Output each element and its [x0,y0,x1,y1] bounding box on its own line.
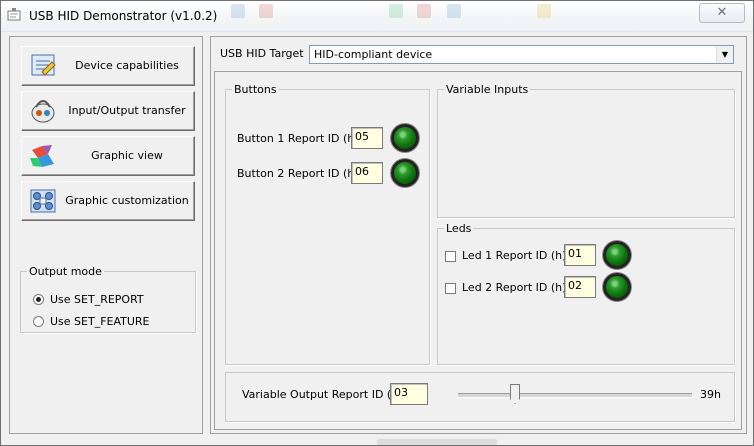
device-capabilities-button[interactable]: Device capabilities [21,46,195,86]
left-panel: Device capabilities Input/Output transfe… [9,36,203,434]
led2-label: Led 2 Report ID (h) [462,281,567,294]
nav-label: Device capabilities [75,59,179,72]
target-select-value: HID-compliant device [314,48,433,61]
variable-output-label: Variable Output Report ID (h) [242,388,403,401]
button2-label: Button 2 Report ID (h) [237,167,359,180]
led1-label: Led 1 Report ID (h) [462,249,567,262]
title-bar[interactable]: USB HID Demonstrator (v1.0.2) ✕ [1,1,753,32]
led1-report-id-field[interactable]: 01 [564,244,596,266]
led1-checkbox[interactable] [445,251,456,262]
variable-output-slider-track[interactable] [458,393,692,398]
graphic-view-button[interactable]: Graphic view [21,136,195,176]
nav-label: Graphic view [91,149,163,162]
button1-label: Button 1 Report ID (h) [237,132,359,145]
variable-output-report-id-field[interactable]: 03 [390,383,428,405]
button1-led-icon [391,124,419,152]
variable-output-slider-thumb[interactable] [510,384,520,404]
group-legend: Leds [446,222,472,235]
radio-unselected-icon [33,316,44,327]
led2-report-id-field[interactable]: 02 [564,276,596,298]
group-legend: Buttons [234,83,277,96]
close-button[interactable]: ✕ [699,3,745,23]
led1-led-icon [603,241,631,269]
set-feature-radio[interactable]: Use SET_FEATURE [33,314,150,330]
button2-led-icon [391,159,419,187]
graphic-customization-button[interactable]: Graphic customization [21,181,195,221]
radio-selected-icon [33,294,44,305]
graphic-customization-icon [30,189,56,213]
leds-group: Leds Led 1 Report ID (h) 01 Led 2 Report… [437,222,735,365]
chevron-down-icon[interactable]: ▼ [716,46,733,63]
button1-report-id-field[interactable]: 05 [351,127,383,149]
io-transfer-icon [31,100,55,123]
radio-label: Use SET_REPORT [50,293,144,306]
group-legend: Variable Inputs [446,83,529,96]
radio-label: Use SET_FEATURE [50,315,150,328]
device-capabilities-icon [31,54,56,76]
resize-grip[interactable] [377,439,497,445]
close-icon: ✕ [716,5,728,20]
target-label: USB HID Target [220,47,304,60]
controls-area: Buttons Button 1 Report ID (h) 05 Button… [214,71,742,430]
buttons-group: Buttons Button 1 Report ID (h) 05 Button… [225,83,430,365]
led2-checkbox[interactable] [445,283,456,294]
window-title: USB HID Demonstrator (v1.0.2) [29,9,218,23]
set-report-radio[interactable]: Use SET_REPORT [33,292,144,308]
nav-label: Graphic customization [65,194,189,207]
output-mode-group: Output mode Use SET_REPORT Use SET_FEATU… [20,265,196,333]
main-window: USB HID Demonstrator (v1.0.2) ✕ Device c… [0,0,754,446]
nav-label: Input/Output transfer [68,104,186,117]
graphic-view-icon [30,145,54,167]
group-legend: Output mode [29,265,102,278]
right-panel: USB HID Target HID-compliant device ▼ Bu… [210,36,747,434]
variable-output-group: Variable Output Report ID (h) 03 39h [225,372,735,422]
io-transfer-button[interactable]: Input/Output transfer [21,91,195,131]
variable-inputs-group: Variable Inputs [437,83,735,218]
led2-led-icon [603,273,631,301]
app-icon [7,8,21,21]
slider-value-label: 39h [700,388,721,401]
button2-report-id-field[interactable]: 06 [351,162,383,184]
target-select[interactable]: HID-compliant device ▼ [309,45,734,64]
